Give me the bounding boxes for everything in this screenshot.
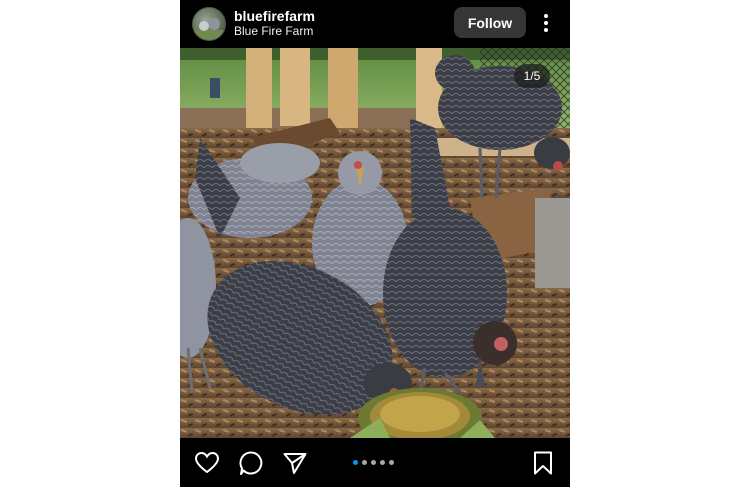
profile-avatar[interactable] xyxy=(192,7,226,41)
carousel-dot-active xyxy=(353,459,358,465)
username[interactable]: bluefirefarm xyxy=(234,8,315,24)
carousel-dot xyxy=(371,459,376,465)
carousel-dot xyxy=(362,459,367,465)
follow-button[interactable]: Follow xyxy=(454,7,526,38)
image-counter-badge: 1/5 xyxy=(514,64,550,88)
post-photo[interactable] xyxy=(180,48,570,438)
carousel-dot xyxy=(389,459,394,465)
carousel-dot xyxy=(380,459,385,465)
comment-icon[interactable] xyxy=(238,450,264,476)
heart-icon[interactable] xyxy=(194,450,220,476)
chickens-photo xyxy=(180,48,570,438)
instagram-post: bluefirefarm Blue Fire Farm Follow 1/5 xyxy=(180,0,570,487)
carousel-indicator xyxy=(353,458,394,466)
more-vertical-icon[interactable] xyxy=(538,11,554,35)
bookmark-icon[interactable] xyxy=(530,450,556,476)
post-header: bluefirefarm Blue Fire Farm Follow xyxy=(180,0,570,46)
send-icon[interactable] xyxy=(282,450,308,476)
profile-subtitle[interactable]: Blue Fire Farm xyxy=(234,24,313,38)
